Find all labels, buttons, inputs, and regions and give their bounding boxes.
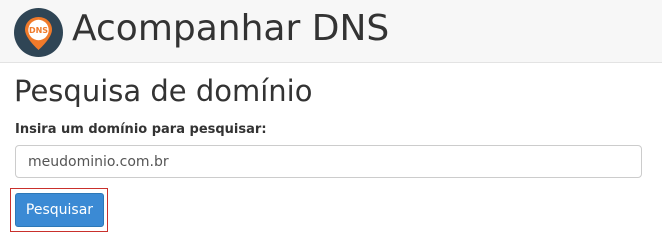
page-title: Acompanhar DNS — [72, 8, 390, 49]
dns-location-pin-icon: DNS — [14, 8, 63, 57]
page-header: DNS Acompanhar DNS — [0, 0, 662, 63]
domain-field-label: Insira um domínio para pesquisar: — [15, 122, 267, 137]
domain-search-input[interactable] — [15, 145, 642, 178]
dns-icon-badge-text: DNS — [29, 26, 48, 35]
search-button[interactable]: Pesquisar — [15, 193, 104, 227]
section-title: Pesquisa de domínio — [14, 74, 313, 108]
